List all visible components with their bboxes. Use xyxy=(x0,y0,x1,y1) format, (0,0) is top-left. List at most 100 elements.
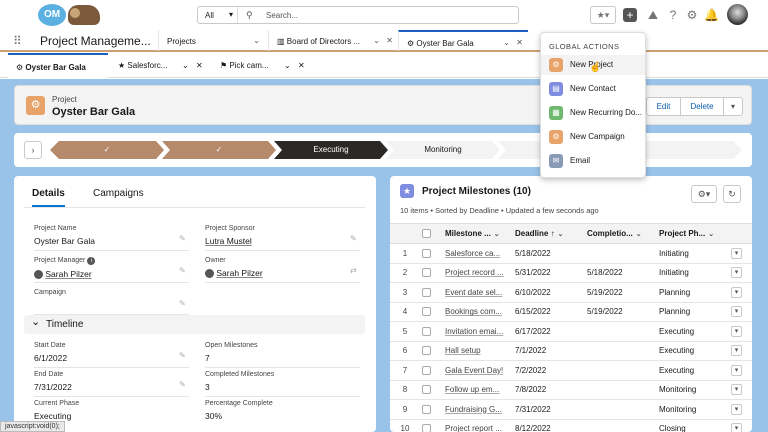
nav-tab-board[interactable]: ▥ Board of Directors ... ⌄ ✕ xyxy=(268,30,398,51)
row-checkbox[interactable] xyxy=(420,282,440,303)
close-icon[interactable]: ✕ xyxy=(386,36,393,45)
row-action-menu[interactable]: ▾ xyxy=(726,399,752,420)
milestone-name-link[interactable]: Project record ... xyxy=(440,263,510,283)
menu-item-email[interactable]: ✉ Email xyxy=(541,151,645,171)
org-logo[interactable]: OM xyxy=(38,4,66,26)
manager-link[interactable]: Sarah Pilzer xyxy=(45,269,91,279)
pencil-icon[interactable]: ✎ xyxy=(350,234,357,243)
nav-tab-oyster-bar-gala[interactable]: ⚙ Oyster Bar Gala ⌄ ✕ xyxy=(398,30,528,51)
row-action-menu[interactable]: ▾ xyxy=(726,380,752,400)
select-all-checkbox[interactable] xyxy=(420,223,440,244)
chevron-down-icon[interactable]: ▾ xyxy=(731,403,742,415)
subtab-oyster-bar-gala[interactable]: ⚙ Oyster Bar Gala xyxy=(8,53,108,78)
user-avatar[interactable] xyxy=(727,4,748,25)
trailhead-icon[interactable]: ⛰ xyxy=(646,7,660,23)
close-icon[interactable]: ✕ xyxy=(516,38,523,47)
path-stage-4[interactable]: Monitoring xyxy=(386,141,500,159)
pencil-icon[interactable]: ✎ xyxy=(179,380,186,389)
row-checkbox[interactable] xyxy=(420,302,440,322)
row-checkbox[interactable] xyxy=(420,321,440,342)
chevron-down-icon[interactable]: ⌄ xyxy=(182,61,189,70)
row-action-menu[interactable]: ▾ xyxy=(726,419,752,432)
chevron-down-icon[interactable]: ▾ xyxy=(731,423,742,432)
refresh-icon[interactable]: ↻ xyxy=(723,185,741,203)
chevron-down-icon[interactable]: ⌄ xyxy=(558,230,564,238)
milestone-name-link[interactable]: Event date sel... xyxy=(440,282,510,303)
row-action-menu[interactable]: ▾ xyxy=(726,321,752,342)
milestone-name-link[interactable]: Follow up em... xyxy=(440,380,510,400)
menu-item-new-contact[interactable]: ▤ New Contact xyxy=(541,79,645,99)
chevron-down-icon[interactable]: ⌄ xyxy=(253,36,260,45)
timeline-section-header[interactable]: Timeline xyxy=(24,315,365,334)
subtab-pick-campaign[interactable]: ⚑ Pick cam... ⌄ ✕ xyxy=(214,53,314,78)
setup-gear-icon[interactable]: ⚙ xyxy=(685,7,699,23)
row-checkbox[interactable] xyxy=(420,419,440,432)
chevron-down-icon[interactable]: ▾ xyxy=(731,306,742,318)
milestone-name-link[interactable]: Project report ... xyxy=(440,419,510,432)
milestone-name-link[interactable]: Bookings com... xyxy=(440,302,510,322)
owner-link[interactable]: Sarah Pilzer xyxy=(216,268,262,278)
row-action-menu[interactable]: ▾ xyxy=(726,302,752,322)
row-checkbox[interactable] xyxy=(420,243,440,264)
milestone-name-link[interactable]: Hall setup xyxy=(440,341,510,361)
info-icon[interactable]: i xyxy=(87,257,96,265)
favorites-star-icon[interactable]: ★▾ xyxy=(590,6,616,24)
close-icon[interactable]: ✕ xyxy=(196,61,203,70)
row-checkbox[interactable] xyxy=(420,341,440,361)
change-owner-icon[interactable]: ⇄ xyxy=(350,266,357,275)
chevron-down-icon[interactable]: ⌄ xyxy=(373,36,380,45)
close-icon[interactable]: ✕ xyxy=(298,61,305,70)
chevron-down-icon[interactable]: ▾ xyxy=(731,345,742,357)
chevron-down-icon[interactable]: ▾ xyxy=(731,325,742,337)
menu-item-new-campaign[interactable]: ⚙ New Campaign xyxy=(541,127,645,147)
path-stage-3[interactable]: Executing xyxy=(274,141,388,159)
row-checkbox[interactable] xyxy=(420,263,440,283)
milestone-name-link[interactable]: Fundraising G... xyxy=(440,399,510,420)
path-toggle-button[interactable]: › xyxy=(24,141,42,159)
more-actions-button[interactable]: ▾ xyxy=(723,97,743,116)
pencil-icon[interactable]: ✎ xyxy=(179,351,186,360)
row-action-menu[interactable]: ▾ xyxy=(726,341,752,361)
notifications-bell-icon[interactable]: 🔔 xyxy=(704,7,719,23)
help-icon[interactable]: ? xyxy=(666,7,680,23)
chevron-down-icon[interactable]: ▾ xyxy=(731,286,742,298)
chevron-down-icon[interactable]: ▾ xyxy=(731,247,742,259)
row-action-menu[interactable]: ▾ xyxy=(726,263,752,283)
row-action-menu[interactable]: ▾ xyxy=(726,243,752,264)
delete-button[interactable]: Delete xyxy=(680,97,724,116)
milestone-name-link[interactable]: Invitation emai... xyxy=(440,321,510,342)
pencil-icon[interactable]: ✎ xyxy=(179,234,186,243)
row-action-menu[interactable]: ▾ xyxy=(726,360,752,381)
chevron-down-icon[interactable]: ⌄ xyxy=(284,61,291,70)
pencil-icon[interactable]: ✎ xyxy=(179,299,186,308)
menu-item-new-recurring-do[interactable]: ▦ New Recurring Do... xyxy=(541,103,645,123)
related-list-title[interactable]: Project Milestones (10) xyxy=(422,186,531,197)
chevron-down-icon[interactable]: ▾ xyxy=(731,364,742,376)
subtab-salesforce[interactable]: ★ Salesforc... ⌄ ✕ xyxy=(112,53,212,78)
app-launcher-icon[interactable]: ⠿ xyxy=(13,34,22,48)
global-search[interactable]: All ⚲ Search... xyxy=(197,6,519,24)
chevron-down-icon[interactable]: ⌄ xyxy=(636,230,642,238)
row-checkbox[interactable] xyxy=(420,399,440,420)
row-checkbox[interactable] xyxy=(420,380,440,400)
chevron-down-icon[interactable]: ▾ xyxy=(731,384,742,396)
tab-campaigns[interactable]: Campaigns xyxy=(93,188,144,205)
row-action-menu[interactable]: ▾ xyxy=(726,282,752,303)
edit-button[interactable]: Edit xyxy=(646,97,681,116)
path-stage-1[interactable]: ✓ xyxy=(50,141,164,159)
pencil-icon[interactable]: ✎ xyxy=(179,266,186,275)
column-header-completion[interactable]: Completio... ⌄ xyxy=(582,223,654,244)
nav-tab-projects[interactable]: Projects ⌄ xyxy=(158,30,268,51)
column-header-deadline[interactable]: Deadline ↑ ⌄ xyxy=(510,223,582,244)
chevron-down-icon[interactable]: ⌄ xyxy=(708,230,714,238)
path-stage-2[interactable]: ✓ xyxy=(162,141,276,159)
sponsor-link[interactable]: Lutra Mustel xyxy=(205,236,255,246)
search-input[interactable]: Search... xyxy=(266,11,298,20)
search-scope-select[interactable]: All xyxy=(198,7,238,23)
milestone-name-link[interactable]: Salesforce ca... xyxy=(440,243,510,264)
chevron-down-icon[interactable]: ▾ xyxy=(731,267,742,279)
tab-details[interactable]: Details xyxy=(32,188,65,207)
row-checkbox[interactable] xyxy=(420,360,440,381)
column-header-milestone[interactable]: Milestone ... ⌄ xyxy=(440,223,510,244)
list-settings-gear-icon[interactable]: ⚙▾ xyxy=(691,185,717,203)
